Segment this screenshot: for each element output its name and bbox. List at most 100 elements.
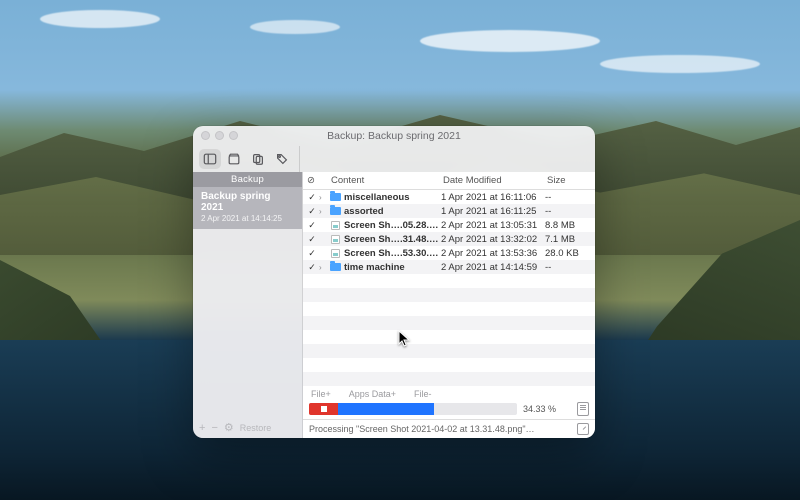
row-date: 1 Apr 2021 at 16:11:25 — [441, 206, 545, 217]
close-button[interactable] — [201, 131, 210, 140]
restore-button[interactable]: Restore — [240, 423, 272, 433]
empty-row — [303, 344, 595, 358]
col-expand — [319, 175, 329, 186]
row-checkbox[interactable]: ✓ — [305, 220, 319, 231]
col-size[interactable]: Size — [545, 175, 591, 186]
add-backup-button[interactable]: + — [199, 422, 205, 434]
row-name: Screen Sh….53.30.png — [344, 248, 441, 259]
col-content[interactable]: Content — [329, 175, 441, 186]
sidebar-footer: + − ⚙ Restore — [193, 417, 302, 438]
wallpaper-cloud — [420, 30, 600, 52]
empty-row — [303, 330, 595, 344]
row-checkbox[interactable]: ✓ — [305, 248, 319, 259]
row-name: Screen Sh….05.28.png — [344, 220, 441, 231]
row-size: 7.1 MB — [545, 234, 591, 245]
copy-icon — [251, 152, 265, 166]
backup-window: Backup: Backup spring 2021 Backup Backup… — [193, 126, 595, 438]
progress-bar — [309, 403, 517, 415]
disclosure-arrow[interactable]: › — [319, 193, 329, 202]
window-body: Backup Backup spring 2021 2 Apr 2021 at … — [193, 172, 595, 438]
legend-apps-data-plus: Apps Data+ — [349, 389, 396, 399]
row-size: -- — [545, 262, 591, 273]
disclosure-arrow[interactable]: › — [319, 263, 329, 272]
toolbar-tag[interactable] — [271, 149, 293, 169]
col-check[interactable]: ⊘ — [305, 175, 319, 186]
minimize-button[interactable] — [215, 131, 224, 140]
desktop-wallpaper: Backup: Backup spring 2021 Backup Backup… — [0, 0, 800, 500]
table-row[interactable]: ✓› time machine2 Apr 2021 at 14:14:59-- — [303, 260, 595, 274]
wallpaper-cloud — [40, 10, 160, 28]
toolbar-archive[interactable] — [223, 149, 245, 169]
status-text: Processing "Screen Shot 2021-04-02 at 13… — [309, 424, 535, 434]
titlebar[interactable]: Backup: Backup spring 2021 — [193, 126, 595, 146]
sidebar-icon — [203, 152, 217, 166]
remove-backup-button[interactable]: − — [211, 422, 217, 434]
row-date: 2 Apr 2021 at 13:05:31 — [441, 220, 545, 231]
sidebar-item-backup[interactable]: Backup spring 2021 2 Apr 2021 at 14:14:2… — [193, 187, 302, 229]
toolbar-view-sidebar[interactable] — [199, 149, 221, 169]
folder-icon — [330, 193, 341, 201]
row-checkbox[interactable]: ✓ — [305, 206, 319, 217]
row-name: miscellaneous — [344, 192, 441, 203]
progress-segment-done — [338, 403, 434, 415]
zoom-button[interactable] — [229, 131, 238, 140]
empty-row — [303, 288, 595, 302]
table-header: ⊘ Content Date Modified Size — [303, 172, 595, 190]
row-size: 8.8 MB — [545, 220, 591, 231]
empty-row — [303, 302, 595, 316]
schedule-icon[interactable] — [577, 423, 589, 435]
toolbar — [193, 146, 595, 172]
table-row[interactable]: ✓ Screen Sh….05.28.png2 Apr 2021 at 13:05… — [303, 218, 595, 232]
table-row[interactable]: ✓› assorted1 Apr 2021 at 16:11:25-- — [303, 204, 595, 218]
row-checkbox[interactable]: ✓ — [305, 192, 319, 203]
row-date: 2 Apr 2021 at 13:32:02 — [441, 234, 545, 245]
sidebar-item-subtitle: 2 Apr 2021 at 14:14:25 — [201, 214, 294, 223]
row-checkbox[interactable]: ✓ — [305, 262, 319, 273]
sidebar: Backup Backup spring 2021 2 Apr 2021 at … — [193, 172, 303, 438]
table-row[interactable]: ✓ Screen Sh….53.30.png2 Apr 2021 at 13:53… — [303, 246, 595, 260]
progress-segment-stop[interactable] — [309, 403, 338, 415]
empty-row — [303, 372, 595, 386]
folder-icon — [330, 263, 341, 271]
image-icon — [331, 235, 340, 244]
empty-row — [303, 274, 595, 288]
row-checkbox[interactable]: ✓ — [305, 234, 319, 245]
row-name: time machine — [344, 262, 441, 273]
toolbar-copy[interactable] — [247, 149, 269, 169]
log-icon[interactable] — [577, 402, 589, 416]
progress-percent: 34.33 % — [523, 404, 571, 414]
sidebar-item-title: Backup spring 2021 — [201, 191, 294, 213]
disclosure-arrow[interactable]: › — [319, 207, 329, 216]
status-bar: Processing "Screen Shot 2021-04-02 at 13… — [303, 419, 595, 438]
image-icon — [331, 249, 340, 258]
row-date: 2 Apr 2021 at 14:14:59 — [441, 262, 545, 273]
row-date: 2 Apr 2021 at 13:53:36 — [441, 248, 545, 259]
row-name: Screen Sh….31.48.png — [344, 234, 441, 245]
settings-button[interactable]: ⚙ — [224, 421, 234, 434]
sidebar-heading: Backup — [193, 172, 302, 187]
row-size: -- — [545, 192, 591, 203]
progress-row: 34.33 % — [303, 400, 595, 419]
image-icon — [331, 221, 340, 230]
toolbar-divider — [299, 146, 300, 172]
row-size: -- — [545, 206, 591, 217]
row-size: 28.0 KB — [545, 248, 591, 259]
wallpaper-cloud — [250, 20, 340, 34]
legend-file-minus: File- — [414, 389, 432, 399]
table-row[interactable]: ✓› miscellaneous1 Apr 2021 at 16:11:06-- — [303, 190, 595, 204]
progress-legend: File+ Apps Data+ File- — [303, 387, 595, 400]
empty-row — [303, 386, 595, 387]
file-table[interactable]: ✓›miscellaneous1 Apr 2021 at 16:11:06--✓… — [303, 190, 595, 387]
wallpaper-cloud — [600, 55, 760, 73]
traffic-lights — [201, 131, 238, 140]
row-name: assorted — [344, 206, 441, 217]
legend-file-plus: File+ — [311, 389, 331, 399]
row-date: 1 Apr 2021 at 16:11:06 — [441, 192, 545, 203]
empty-row — [303, 316, 595, 330]
empty-row — [303, 358, 595, 372]
tag-icon — [275, 152, 289, 166]
folder-icon — [330, 207, 341, 215]
col-date-modified[interactable]: Date Modified — [441, 175, 545, 186]
window-title: Backup: Backup spring 2021 — [327, 130, 461, 142]
table-row[interactable]: ✓ Screen Sh….31.48.png2 Apr 2021 at 13:32… — [303, 232, 595, 246]
